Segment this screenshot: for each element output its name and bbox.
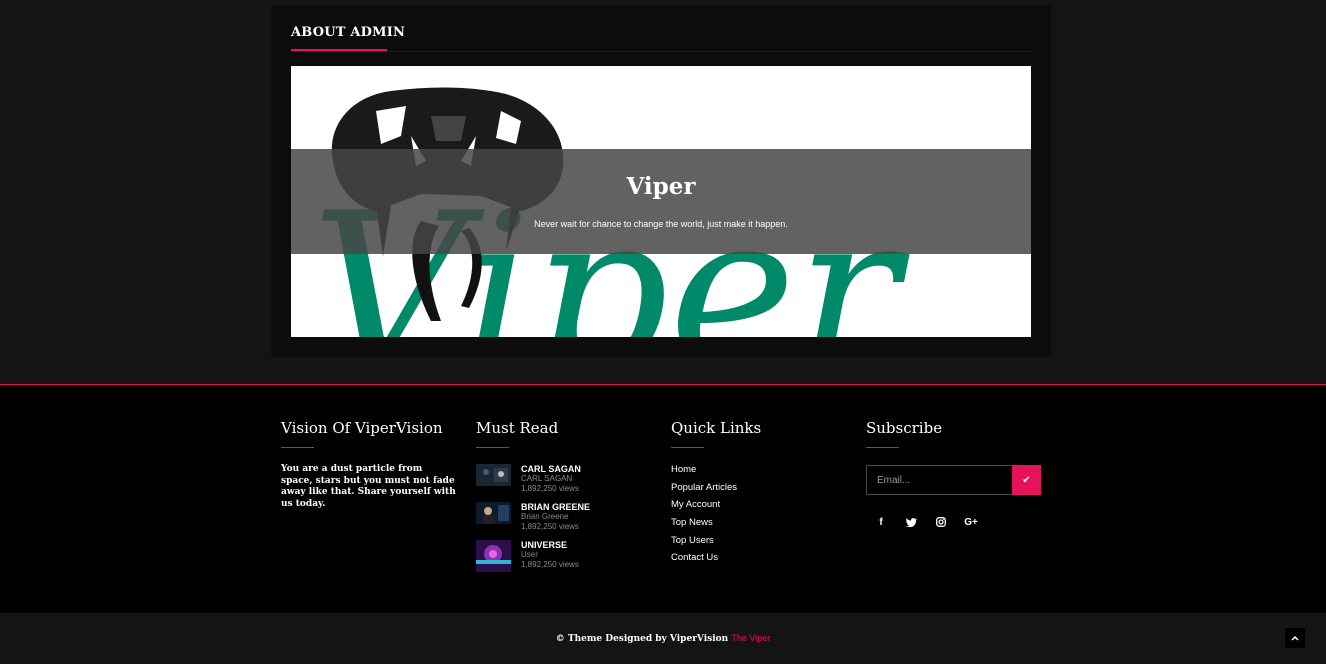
banner-overlay bbox=[291, 149, 1031, 254]
quick-links-list: Home Popular Articles My Account Top New… bbox=[671, 464, 841, 570]
footer-vision-column: Vision Of ViperVision You are a dust par… bbox=[281, 419, 456, 510]
article-author: CARL SAGAN bbox=[521, 474, 573, 483]
back-to-top-button[interactable] bbox=[1285, 628, 1305, 648]
admin-banner: Viper Viper Never wait for chance to cha… bbox=[291, 66, 1031, 337]
must-read-list: CARL SAGAN CARL SAGAN 1,892,250 views BR… bbox=[476, 464, 656, 578]
about-admin-panel: ABOUT ADMIN Viper Viper Never wait for c… bbox=[271, 5, 1051, 357]
admin-name: Viper bbox=[626, 173, 696, 200]
article-author: User bbox=[521, 550, 538, 559]
brand-link[interactable]: The Viper bbox=[731, 633, 770, 643]
article-views: 1,892,250 views bbox=[521, 560, 579, 569]
bottom-bar: © Theme Designed by ViperVision The Vipe… bbox=[0, 613, 1326, 664]
footer-subscribe-column: Subscribe ✔ f G+ bbox=[866, 419, 1046, 537]
quick-link-popular-articles[interactable]: Popular Articles bbox=[671, 482, 841, 500]
admin-quote: Never wait for chance to change the worl… bbox=[534, 219, 788, 229]
email-input[interactable] bbox=[866, 465, 1012, 495]
vision-title: Vision Of ViperVision bbox=[281, 419, 443, 437]
article-thumbnail[interactable] bbox=[476, 464, 511, 486]
article-thumbnail[interactable] bbox=[476, 502, 511, 524]
quick-links-title: Quick Links bbox=[671, 419, 762, 437]
copyright-text: © Theme Designed by ViperVision bbox=[555, 634, 729, 644]
article-views: 1,892,250 views bbox=[521, 522, 579, 531]
footer: Vision Of ViperVision You are a dust par… bbox=[0, 385, 1326, 613]
quick-link-contact-us[interactable]: Contact Us bbox=[671, 552, 841, 570]
subscribe-button[interactable]: ✔ bbox=[1012, 465, 1041, 495]
must-read-title: Must Read bbox=[476, 419, 559, 437]
instagram-icon[interactable] bbox=[926, 507, 956, 537]
quick-link-top-users[interactable]: Top Users bbox=[671, 535, 841, 553]
google-plus-icon[interactable]: G+ bbox=[956, 507, 986, 537]
footer-quick-links-column: Quick Links Home Popular Articles My Acc… bbox=[671, 419, 841, 570]
article-thumbnail[interactable] bbox=[476, 540, 511, 572]
check-icon: ✔ bbox=[1022, 474, 1031, 486]
title-underline bbox=[281, 447, 314, 448]
chevron-up-icon bbox=[1291, 635, 1299, 641]
must-read-item[interactable]: BRIAN GREENE Brian Greene 1,892,250 view… bbox=[476, 502, 656, 540]
subscribe-title: Subscribe bbox=[866, 419, 943, 437]
quick-link-home[interactable]: Home bbox=[671, 464, 841, 482]
copyright: © Theme Designed by ViperVision The Vipe… bbox=[0, 633, 1326, 644]
article-title[interactable]: CARL SAGAN bbox=[521, 464, 581, 474]
must-read-item[interactable]: CARL SAGAN CARL SAGAN 1,892,250 views bbox=[476, 464, 656, 502]
twitter-icon[interactable] bbox=[896, 507, 926, 537]
divider bbox=[291, 51, 1031, 52]
title-underline bbox=[476, 447, 509, 448]
article-title[interactable]: UNIVERSE bbox=[521, 540, 579, 550]
social-links: f G+ bbox=[866, 507, 1046, 537]
must-read-item[interactable]: UNIVERSE User 1,892,250 views bbox=[476, 540, 656, 578]
subscribe-form: ✔ bbox=[866, 465, 1046, 495]
vision-text: You are a dust particle from space, star… bbox=[281, 464, 456, 509]
about-admin-title: ABOUT ADMIN bbox=[291, 25, 406, 40]
title-underline bbox=[671, 447, 704, 448]
title-underline bbox=[866, 447, 899, 448]
article-title[interactable]: BRIAN GREENE bbox=[521, 502, 590, 512]
quick-link-my-account[interactable]: My Account bbox=[671, 499, 841, 517]
quick-link-top-news[interactable]: Top News bbox=[671, 517, 841, 535]
footer-must-read-column: Must Read CARL SAGAN CARL SAGAN 1,892,25… bbox=[476, 419, 656, 578]
article-author: Brian Greene bbox=[521, 512, 569, 521]
article-views: 1,892,250 views bbox=[521, 484, 579, 493]
facebook-icon[interactable]: f bbox=[866, 507, 896, 537]
